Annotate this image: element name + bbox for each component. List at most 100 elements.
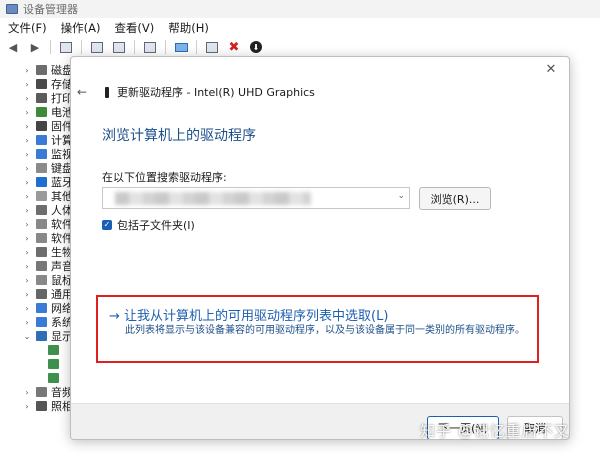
device-category-icon	[36, 191, 47, 201]
tree-item[interactable]: ⌄ 显示	[22, 329, 73, 343]
chevron-right-icon[interactable]: ›	[22, 94, 32, 103]
device-category-icon	[36, 401, 47, 411]
tree-item[interactable]: › 键盘	[22, 161, 73, 175]
tree-item[interactable]: › 生物	[22, 245, 73, 259]
tree-item[interactable]: › 蓝牙	[22, 175, 73, 189]
highlight-box: → 让我从计算机上的可用驱动程序列表中选取(L) 此列表将显示与该设备兼容的可用…	[96, 295, 539, 363]
disable-device-icon[interactable]: ⬇	[249, 40, 263, 54]
toolbar-divider	[50, 40, 51, 54]
tree-item[interactable]: › 人体	[22, 203, 73, 217]
tree-item[interactable]: › 其他	[22, 189, 73, 203]
chevron-right-icon[interactable]: ›	[22, 122, 32, 131]
device-category-icon	[36, 65, 47, 75]
device-category-icon	[36, 233, 47, 243]
toolbar-divider	[81, 40, 82, 54]
uninstall-icon[interactable]: ✖	[227, 40, 241, 55]
device-category-icon	[36, 93, 47, 103]
tree-item[interactable]: › 通用	[22, 287, 73, 301]
device-category-icon	[36, 387, 47, 397]
device-tree: › 磁盘 › 存储 › 打印 › 电池 › 固件 › 计算 › 监视 › 键盘 › 蓝牙 › 其他 › 人体 › 软件 › 软件 ›…	[0, 58, 80, 457]
tree-item[interactable]: › 照相	[22, 399, 73, 413]
device-category-icon	[36, 177, 47, 187]
chevron-right-icon[interactable]: ›	[22, 150, 32, 159]
dialog-header: ← 更新驱动程序 - Intel(R) UHD Graphics	[71, 81, 569, 103]
chevron-right-icon[interactable]: ›	[22, 108, 32, 117]
menu-file[interactable]: 文件(F)	[8, 20, 47, 36]
chevron-right-icon[interactable]: ›	[22, 318, 32, 327]
device-icon	[105, 86, 109, 98]
tree-item[interactable]	[44, 371, 63, 385]
forward-arrow-icon[interactable]: ▶	[28, 40, 42, 54]
browse-button[interactable]: 浏览(R)...	[419, 187, 491, 210]
watermark: 知乎 @记忆重启不叉	[420, 422, 570, 440]
tree-item[interactable]: › 软件	[22, 217, 73, 231]
pick-from-list-link[interactable]: → 让我从计算机上的可用驱动程序列表中选取(L)	[109, 305, 388, 324]
tree-item[interactable]: › 磁盘	[22, 63, 73, 77]
add-driver-icon[interactable]	[205, 40, 219, 54]
tree-item[interactable]	[44, 357, 63, 371]
help-icon[interactable]	[90, 40, 104, 54]
chevron-right-icon[interactable]: ›	[22, 304, 32, 313]
device-category-icon	[36, 261, 47, 271]
dialog-title: 更新驱动程序 - Intel(R) UHD Graphics	[117, 86, 315, 99]
chevron-right-icon[interactable]: ›	[22, 290, 32, 299]
chevron-right-icon[interactable]: ›	[22, 192, 32, 201]
chevron-right-icon[interactable]: ›	[22, 262, 32, 271]
scan-hardware-icon[interactable]	[174, 40, 188, 54]
update-driver-icon[interactable]	[143, 40, 157, 54]
device-category-icon	[36, 107, 47, 117]
tree-item[interactable]: › 系统	[22, 315, 73, 329]
chevron-right-icon[interactable]: ›	[22, 178, 32, 187]
display-adapter-icon	[48, 345, 59, 355]
chevron-down-icon[interactable]: ⌄	[397, 191, 405, 201]
close-icon[interactable]: ✕	[543, 62, 559, 78]
menu-action[interactable]: 操作(A)	[61, 20, 101, 36]
driver-path-input[interactable]: ⌄	[102, 187, 410, 209]
device-category-icon	[36, 317, 47, 327]
back-arrow-icon[interactable]: ◀	[6, 40, 20, 54]
tree-item[interactable]	[44, 343, 63, 357]
window-titlebar: 设备管理器	[0, 0, 600, 18]
tree-item[interactable]: › 鼠标	[22, 273, 73, 287]
chevron-right-icon[interactable]: ›	[22, 66, 32, 75]
chevron-right-icon[interactable]: ›	[22, 402, 32, 411]
tree-item[interactable]: › 网络	[22, 301, 73, 315]
tree-item[interactable]: › 电池	[22, 105, 73, 119]
tree-item[interactable]: › 监视	[22, 147, 73, 161]
tree-item[interactable]: › 软件	[22, 231, 73, 245]
include-subfolders-option[interactable]: ✓ 包括子文件夹(I)	[102, 217, 195, 233]
tree-item[interactable]: › 存储	[22, 77, 73, 91]
chevron-right-icon[interactable]: ›	[22, 80, 32, 89]
blurred-path-value	[115, 192, 311, 205]
toolbar-divider	[196, 40, 197, 54]
back-arrow-icon[interactable]: ←	[77, 85, 87, 99]
chevron-right-icon[interactable]: ›	[22, 220, 32, 229]
tree-item[interactable]: › 固件	[22, 119, 73, 133]
toolbar-divider	[134, 40, 135, 54]
chevron-right-icon[interactable]: ›	[22, 206, 32, 215]
chevron-right-icon[interactable]: ›	[22, 388, 32, 397]
page-title: 浏览计算机上的驱动程序	[102, 128, 256, 144]
view-icon[interactable]	[112, 40, 126, 54]
device-category-icon	[36, 331, 47, 341]
menu-view[interactable]: 查看(V)	[114, 20, 154, 36]
toolbar-divider	[165, 40, 166, 54]
tree-item[interactable]: › 声音	[22, 259, 73, 273]
tree-item[interactable]: › 计算	[22, 133, 73, 147]
tree-item[interactable]: › 音频	[22, 385, 73, 399]
chevron-right-icon[interactable]: ›	[22, 234, 32, 243]
chevron-right-icon[interactable]: ›	[22, 248, 32, 257]
chevron-right-icon[interactable]: ›	[22, 164, 32, 173]
device-category-icon	[36, 79, 47, 89]
device-category-icon	[36, 247, 47, 257]
chevron-down-icon[interactable]: ⌄	[22, 332, 32, 341]
menu-bar: 文件(F) 操作(A) 查看(V) 帮助(H)	[0, 18, 600, 38]
menu-help[interactable]: 帮助(H)	[168, 20, 209, 36]
toolbar: ◀ ▶ ✖ ⬇	[0, 38, 600, 56]
properties-icon[interactable]	[59, 40, 73, 54]
device-category-icon	[36, 205, 47, 215]
chevron-right-icon[interactable]: ›	[22, 136, 32, 145]
chevron-right-icon[interactable]: ›	[22, 276, 32, 285]
include-subfolders-checkbox[interactable]: ✓	[102, 220, 112, 230]
tree-item[interactable]: › 打印	[22, 91, 73, 105]
